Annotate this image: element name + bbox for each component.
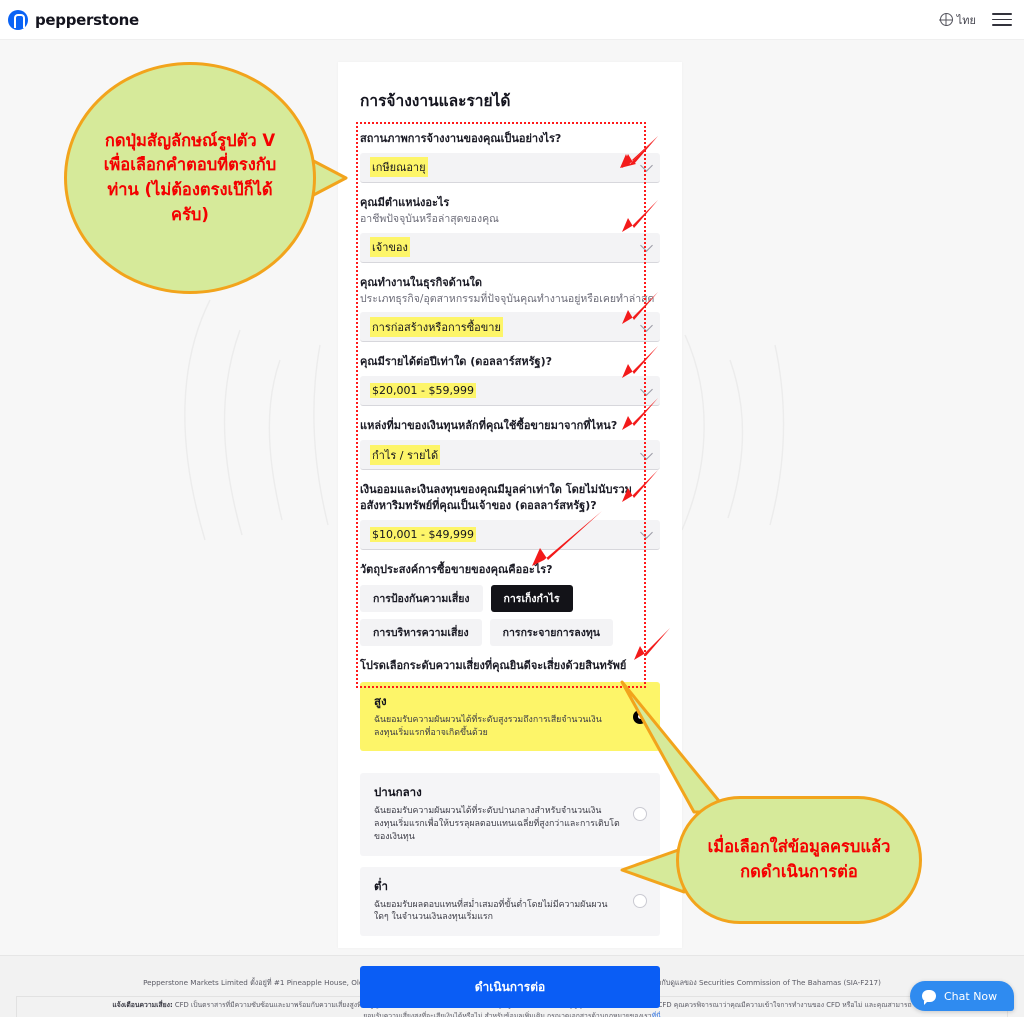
select-value: $20,001 - $59,999 bbox=[370, 383, 476, 399]
field-label: โปรดเลือกระดับความเสี่ยงที่คุณยินดีจะเสี… bbox=[360, 658, 627, 672]
language-label: ไทย bbox=[956, 13, 976, 27]
site-header: pepperstone ไทย bbox=[0, 0, 1024, 40]
header-actions: ไทย bbox=[939, 11, 1012, 29]
risk-option-description: ฉันยอมรับความผันผวนได้ที่ระดับปานกลางสำห… bbox=[374, 806, 620, 842]
footer-risk-warning-label: แจ้งเตือนความเสี่ยง: bbox=[112, 1001, 173, 1009]
brand-name: pepperstone bbox=[35, 10, 139, 29]
savings-investments-select[interactable]: $10,001 - $49,999 bbox=[360, 519, 660, 550]
globe-icon bbox=[939, 13, 953, 26]
risk-option-high[interactable]: สูง ฉันยอมรับความผันผวนได้ที่ระดับสูงรวม… bbox=[360, 681, 660, 752]
risk-option-low[interactable]: ต่ำ ฉันยอมรับผลตอบแทนที่สม่ำเสมอที่ขั้นต… bbox=[360, 866, 660, 937]
source-of-funds-select[interactable]: กำไร / รายได้ bbox=[360, 440, 660, 471]
burger-bar bbox=[992, 18, 1012, 21]
page-root: pepperstone ไทย การจ้างงานและรายได้ สถาน… bbox=[0, 0, 1024, 1017]
pointer-arrow-icon bbox=[622, 398, 658, 430]
pepperstone-logo-icon bbox=[8, 9, 28, 30]
risk-option-medium[interactable]: ปานกลาง ฉันยอมรับความผันผวนได้ที่ระดับปา… bbox=[360, 773, 660, 856]
chat-now-label: Chat Now bbox=[944, 989, 998, 1003]
annotation-bubble-2-text: เมื่อเลือกใส่ข้อมูลครบแล้ว กดดำเนินการต่… bbox=[707, 837, 891, 881]
annotation-bubble-2: เมื่อเลือกใส่ข้อมูลครบแล้ว กดดำเนินการต่… bbox=[676, 796, 922, 924]
annotation-bubble-1: กดปุ่มสัญลักษณ์รูปตัว V เพื่อเลือกคำตอบท… bbox=[64, 62, 316, 294]
field-risk-level: โปรดเลือกระดับความเสี่ยงที่คุณยินดีจะเสี… bbox=[360, 658, 660, 937]
purpose-option-risk-management[interactable]: การบริหารความเสี่ยง bbox=[360, 618, 482, 646]
purpose-option-diversification[interactable]: การกระจายการลงทุน bbox=[489, 618, 613, 646]
chevron-down-icon[interactable] bbox=[640, 239, 653, 252]
language-selector[interactable]: ไทย bbox=[939, 11, 976, 29]
field-label: วัตถุประสงค์การซื้อขายของคุณคืออะไร? bbox=[360, 562, 553, 576]
field-trading-purpose: วัตถุประสงค์การซื้อขายของคุณคืออะไร? การ… bbox=[360, 562, 660, 646]
pointer-arrow-long-icon bbox=[532, 511, 602, 566]
hamburger-menu-icon[interactable] bbox=[992, 12, 1012, 27]
chat-now-button[interactable]: Chat Now bbox=[910, 981, 1014, 1011]
continue-button[interactable]: ดำเนินการต่อ bbox=[360, 966, 660, 1009]
select-value: กำไร / รายได้ bbox=[370, 444, 441, 465]
risk-option-title: ต่ำ bbox=[374, 878, 388, 893]
risk-option-title: สูง bbox=[374, 693, 387, 708]
select-value: $10,001 - $49,999 bbox=[370, 526, 476, 542]
page-title: การจ้างงานและรายได้ bbox=[360, 92, 511, 110]
risk-option-title: ปานกลาง bbox=[374, 785, 422, 800]
purpose-option-speculation[interactable]: การเก็งกำไร bbox=[490, 584, 573, 612]
callout-tail-2 bbox=[620, 680, 730, 814]
brand-logo[interactable]: pepperstone bbox=[8, 9, 139, 30]
pointer-arrow-icon bbox=[634, 628, 670, 660]
chat-bubble-icon bbox=[922, 990, 936, 1005]
trading-purpose-options: การป้องกันความเสี่ยง การเก็งกำไร การบริห… bbox=[360, 584, 660, 646]
pointer-arrow-icon bbox=[622, 470, 658, 502]
field-label: คุณทำงานในธุรกิจด้านใด bbox=[360, 275, 483, 289]
pointer-arrow-icon bbox=[622, 200, 658, 232]
chevron-down-icon[interactable] bbox=[640, 526, 653, 540]
risk-option-description: ฉันยอมรับผลตอบแทนที่สม่ำเสมอที่ขั้นต่ำโด… bbox=[374, 899, 608, 923]
risk-option-description: ฉันยอมรับความผันผวนได้ที่ระดับสูงรวมถึงก… bbox=[374, 714, 602, 738]
select-value: การก่อสร้างหรือการซื้อขาย bbox=[370, 316, 503, 337]
pointer-arrow-icon bbox=[622, 346, 658, 378]
chevron-down-icon[interactable] bbox=[640, 382, 653, 396]
select-value: เกษียณอายุ bbox=[370, 157, 428, 178]
burger-bar bbox=[992, 12, 1012, 15]
radio-button-icon[interactable] bbox=[633, 894, 647, 909]
pointer-arrow-icon bbox=[622, 292, 658, 324]
annotation-bubble-1-text: กดปุ่มสัญลักษณ์รูปตัว V เพื่อเลือกคำตอบท… bbox=[103, 130, 277, 224]
chevron-down-icon[interactable] bbox=[640, 446, 653, 460]
purpose-option-hedging[interactable]: การป้องกันความเสี่ยง bbox=[360, 584, 483, 612]
pointer-arrow-icon bbox=[620, 136, 658, 168]
select-value: เจ้าของ bbox=[370, 237, 410, 258]
burger-bar bbox=[992, 24, 1012, 27]
